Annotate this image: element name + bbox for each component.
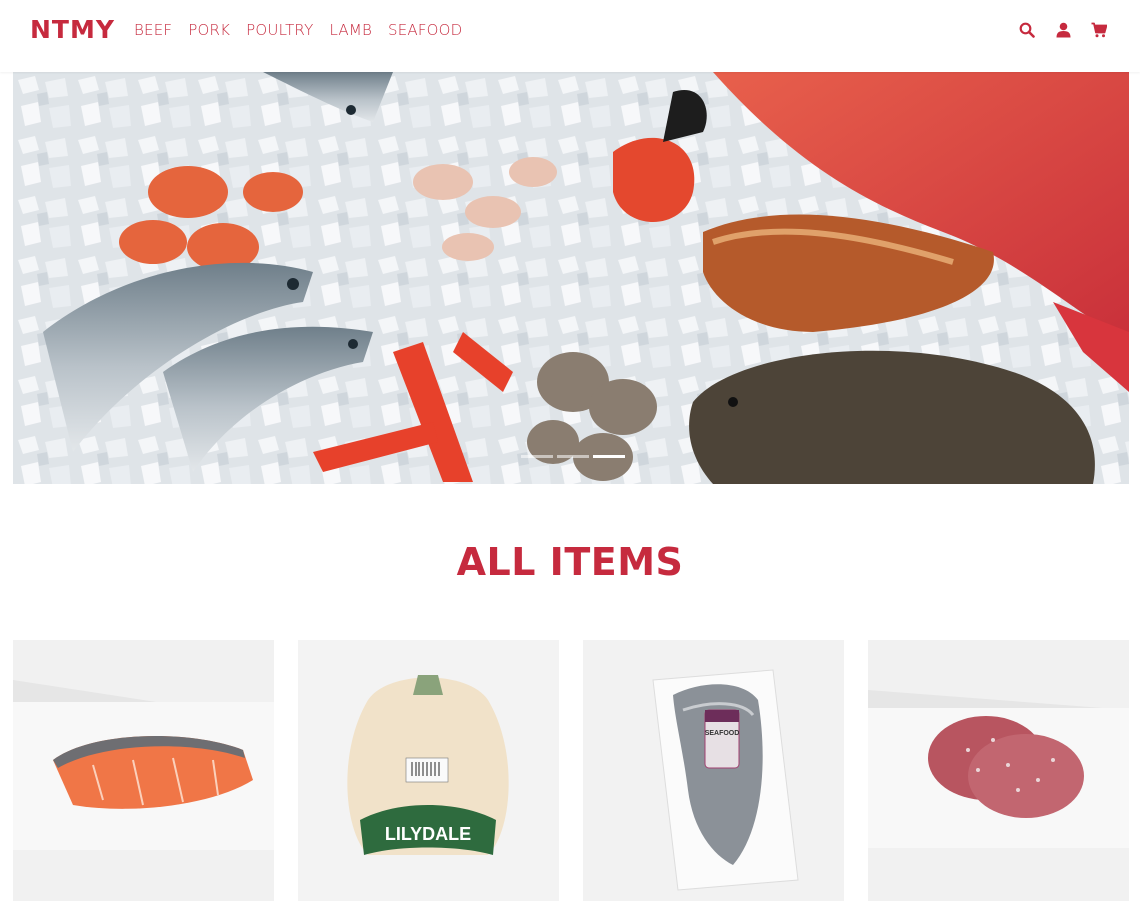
search-icon[interactable] <box>1018 20 1036 40</box>
hero-carousel <box>13 72 1129 484</box>
whole-chicken-image: LILYDALE <box>298 640 559 901</box>
nav-item-beef[interactable]: BEEF <box>134 21 172 39</box>
product-grid: LILYDALE SEAFOOD <box>13 640 1129 901</box>
fish-fillet-image: SEAFOOD <box>583 640 844 901</box>
product-card[interactable]: LILYDALE <box>298 640 559 901</box>
top-navbar: NTMY BEEF PORK POULTRY LAMB SEAFOOD <box>0 0 1140 72</box>
main-menu: BEEF PORK POULTRY LAMB SEAFOOD <box>134 21 462 39</box>
product-card[interactable] <box>13 640 274 901</box>
cart-icon[interactable] <box>1090 20 1108 40</box>
nav-item-pork[interactable]: PORK <box>188 21 230 39</box>
carousel-indicators <box>521 455 625 458</box>
product-card[interactable]: SEAFOOD <box>583 640 844 901</box>
carousel-dot-2[interactable] <box>557 455 589 458</box>
section-title: ALL ITEMS <box>456 540 684 584</box>
nav-item-lamb[interactable]: LAMB <box>329 21 372 39</box>
header-actions <box>1018 20 1108 40</box>
product-card[interactable] <box>868 640 1129 901</box>
carousel-dot-1[interactable] <box>521 455 553 458</box>
package-label: SEAFOOD <box>705 730 740 737</box>
salmon-fillet-image <box>13 640 274 901</box>
nav-item-seafood[interactable]: SEAFOOD <box>388 21 462 39</box>
brand-logo[interactable]: NTMY <box>30 15 115 44</box>
package-label: LILYDALE <box>385 824 471 844</box>
seafood-on-ice-image <box>13 72 1129 484</box>
user-icon[interactable] <box>1054 20 1072 40</box>
carousel-dot-3[interactable] <box>593 455 625 458</box>
nav-item-poultry[interactable]: POULTRY <box>246 21 313 39</box>
burger-patties-image <box>868 640 1129 901</box>
